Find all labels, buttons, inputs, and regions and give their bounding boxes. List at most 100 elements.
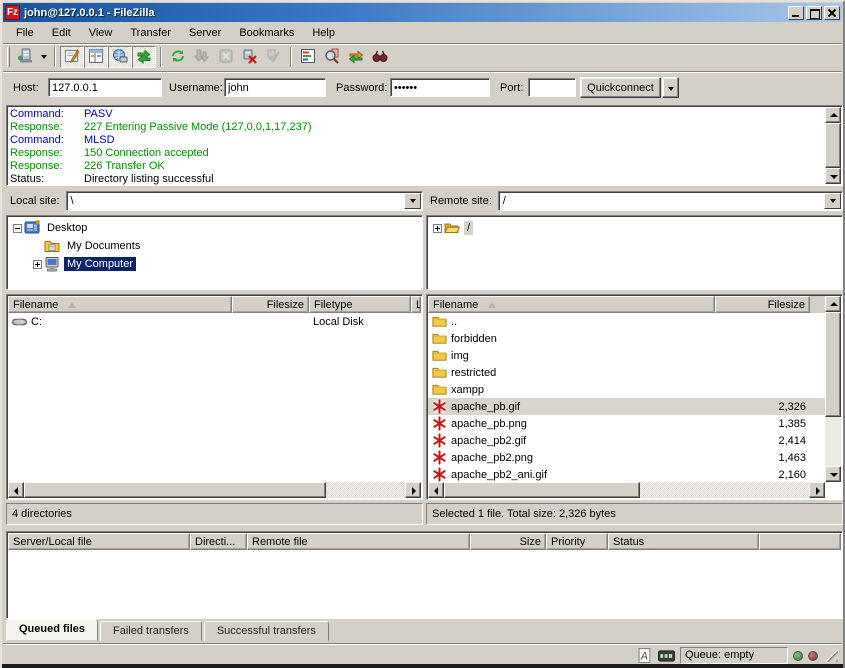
queue-column-header[interactable]: Priority (546, 533, 608, 550)
password-input[interactable] (390, 78, 490, 97)
toggle-message-log-button[interactable] (60, 46, 84, 68)
menu-file[interactable]: File (7, 25, 43, 41)
message-log-scrollbar[interactable] (825, 107, 841, 184)
tree-item[interactable]: Desktop (7, 219, 422, 237)
expander-box[interactable] (13, 224, 22, 233)
file-row[interactable]: apache_pb.png1,385 (428, 415, 825, 432)
queue-column-header[interactable]: Size (470, 533, 546, 550)
menu-server[interactable]: Server (180, 25, 230, 41)
column-header[interactable]: Filetype (309, 296, 411, 313)
process-queue-button[interactable] (190, 46, 214, 68)
expand-icon[interactable] (431, 224, 444, 233)
scrollbar-thumb[interactable] (825, 312, 841, 417)
scroll-right-button[interactable] (405, 482, 421, 498)
column-header[interactable]: Filename (8, 296, 232, 313)
column-header[interactable]: Filesize (715, 296, 810, 313)
remote-pane: Remote site: / / FilenameFilesize ..forb… (426, 190, 843, 527)
column-header[interactable]: L (411, 296, 421, 313)
quickconnect-button[interactable]: Quickconnect (580, 77, 661, 98)
expand-icon[interactable] (31, 260, 44, 269)
site-manager-button[interactable] (13, 46, 37, 68)
refresh-button[interactable] (166, 46, 190, 68)
quickconnect-dropdown-button[interactable] (662, 77, 679, 98)
disconnect-button[interactable] (238, 46, 262, 68)
tab-failed-transfers[interactable]: Failed transfers (100, 621, 202, 641)
file-row[interactable]: apache_pb2.png1,463 (428, 449, 825, 466)
remote-list-vscrollbar[interactable] (825, 296, 841, 482)
tab-queued-files[interactable]: Queued files (6, 619, 98, 641)
file-row[interactable]: .. (428, 313, 825, 330)
scroll-up-button[interactable] (825, 296, 841, 312)
host-input[interactable] (48, 78, 162, 97)
maximize-button[interactable] (806, 6, 822, 20)
column-header[interactable]: Filename (428, 296, 715, 313)
tree-item[interactable]: / (427, 219, 842, 237)
scroll-right-button[interactable] (809, 482, 825, 498)
username-label: Username: (169, 82, 223, 94)
tree-item[interactable]: My Documents (7, 237, 422, 255)
site-manager-dropdown-button[interactable] (37, 46, 50, 68)
scroll-left-button[interactable] (428, 482, 444, 498)
toggle-remote-tree-button[interactable] (108, 46, 132, 68)
local-list-hscrollbar[interactable] (8, 482, 421, 498)
tree-item[interactable]: My Computer (7, 255, 422, 273)
scrollbar-track[interactable] (640, 482, 809, 498)
file-row[interactable]: apache_pb2_ani.gif2,160 (428, 466, 825, 482)
transfer-queue-body (8, 550, 841, 617)
queue-column-header[interactable] (759, 533, 841, 550)
scroll-up-button[interactable] (825, 107, 841, 123)
reconnect-button[interactable] (262, 46, 286, 68)
file-row[interactable]: C:Local Disk (8, 313, 421, 330)
cancel-operation-button[interactable] (214, 46, 238, 68)
expander-box[interactable] (33, 260, 42, 269)
transfer-queue: Server/Local fileDirecti...Remote fileSi… (6, 531, 843, 619)
queue-column-header[interactable]: Server/Local file (8, 533, 190, 550)
local-site-combo[interactable]: \ (66, 191, 423, 211)
resize-grip[interactable] (825, 649, 838, 662)
scroll-left-button[interactable] (8, 482, 24, 498)
directory-listing-filters-button[interactable] (296, 46, 320, 68)
close-button[interactable] (824, 6, 840, 20)
menu-transfer[interactable]: Transfer (121, 25, 180, 41)
file-row[interactable]: apache_pb.gif2,326 (428, 398, 825, 415)
file-row[interactable]: restricted (428, 364, 825, 381)
port-input[interactable] (528, 78, 576, 97)
toggle-remote-tree-icon (112, 48, 128, 67)
file-search-button[interactable] (320, 46, 344, 68)
data-type-indicator-icon[interactable]: A (636, 648, 653, 664)
remote-site-combo[interactable]: / (498, 191, 843, 211)
queue-column-header[interactable]: Directi... (190, 533, 247, 550)
scroll-down-button[interactable] (825, 168, 841, 184)
file-row[interactable]: img (428, 347, 825, 364)
scrollbar-thumb[interactable] (444, 482, 640, 498)
scrollbar-track[interactable] (326, 482, 405, 498)
toggle-message-log-icon (64, 48, 80, 67)
collapse-icon[interactable] (11, 224, 24, 233)
minimize-button[interactable] (788, 6, 804, 20)
directory-comparison-button[interactable] (368, 46, 392, 68)
remote-list-hscrollbar[interactable] (428, 482, 825, 498)
menu-bar: FileEditViewTransferServerBookmarksHelp (3, 23, 842, 43)
queue-column-header[interactable]: Remote file (247, 533, 470, 550)
username-input[interactable] (224, 78, 326, 97)
menu-help[interactable]: Help (303, 25, 344, 41)
queue-column-header[interactable]: Status (608, 533, 759, 550)
tab-successful-transfers[interactable]: Successful transfers (204, 621, 329, 641)
local-site-dropdown-button[interactable] (404, 193, 421, 209)
scrollbar-thumb[interactable] (24, 482, 326, 498)
menu-view[interactable]: View (80, 25, 122, 41)
toggle-transfer-queue-button[interactable] (132, 46, 156, 68)
menu-edit[interactable]: Edit (43, 25, 80, 41)
file-row[interactable]: forbidden (428, 330, 825, 347)
column-header[interactable]: Filesize (232, 296, 309, 313)
toggle-local-tree-button[interactable] (84, 46, 108, 68)
file-row[interactable]: xampp (428, 381, 825, 398)
synchronized-browsing-button[interactable] (344, 46, 368, 68)
scroll-down-button[interactable] (825, 466, 841, 482)
remote-site-dropdown-button[interactable] (824, 193, 841, 209)
speed-limit-indicator-icon[interactable] (658, 648, 675, 664)
menu-bookmarks[interactable]: Bookmarks (230, 25, 303, 41)
scrollbar-thumb[interactable] (825, 123, 841, 168)
file-row[interactable]: apache_pb2.gif2,414 (428, 432, 825, 449)
expander-box[interactable] (433, 224, 442, 233)
